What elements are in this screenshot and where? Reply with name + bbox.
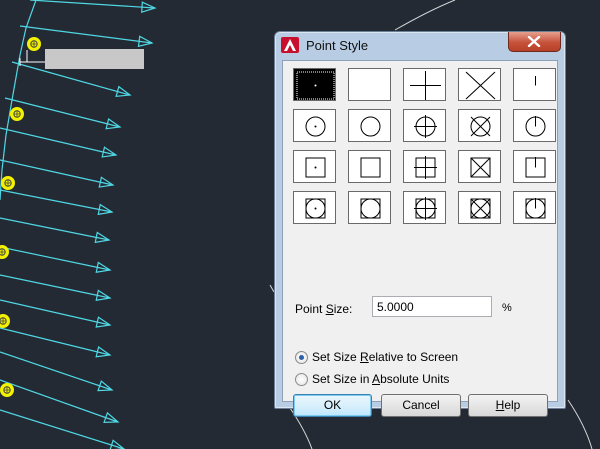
survey-point-marker — [0, 245, 9, 259]
point-size-label: Point Size: — [295, 302, 353, 316]
survey-point-marker — [0, 383, 14, 397]
point-style-circle-tick[interactable] — [513, 109, 556, 142]
ok-button[interactable]: OK — [293, 394, 372, 417]
dialog-title: Point Style — [306, 38, 369, 53]
survey-point-marker — [0, 314, 10, 328]
point-style-circle[interactable] — [348, 109, 391, 142]
point-style-square-circle-plus[interactable] — [403, 191, 446, 224]
title-bar[interactable]: Point Style — [275, 32, 565, 58]
point-style-plus[interactable] — [403, 68, 446, 101]
point-style-square-tick[interactable] — [513, 150, 556, 183]
cancel-button[interactable]: Cancel — [381, 394, 461, 417]
point-style-dot[interactable] — [293, 68, 336, 101]
point-style-square[interactable] — [348, 150, 391, 183]
point-style-tick[interactable] — [513, 68, 556, 101]
absolute-size-label[interactable]: Set Size in Absolute Units — [312, 372, 449, 386]
point-style-dialog: Point Style Point Size: 5.0000 % Set Siz… — [274, 31, 566, 417]
point-style-square-circle[interactable] — [348, 191, 391, 224]
autocad-a-icon — [281, 37, 299, 53]
point-style-circle-dot[interactable] — [293, 109, 336, 142]
survey-point-marker — [1, 176, 15, 190]
point-style-square-plus[interactable] — [403, 150, 446, 183]
percent-unit: % — [502, 302, 512, 314]
help-button[interactable]: Help — [468, 394, 548, 417]
point-style-square-dot[interactable] — [293, 150, 336, 183]
relative-size-radio[interactable] — [295, 351, 308, 364]
point-style-none[interactable] — [348, 68, 391, 101]
dialog-body: Point Size: 5.0000 % Set Size Relative t… — [282, 60, 558, 417]
survey-point-marker — [27, 37, 41, 51]
point-style-square-x[interactable] — [458, 150, 501, 183]
relative-size-label[interactable]: Set Size Relative to Screen — [312, 350, 458, 364]
point-style-circle-plus[interactable] — [403, 109, 446, 142]
close-button[interactable] — [508, 32, 561, 52]
point-style-circle-x[interactable] — [458, 109, 501, 142]
survey-point-marker — [10, 107, 24, 121]
point-style-square-circle-tick[interactable] — [513, 191, 556, 224]
point-size-input[interactable]: 5.0000 — [372, 296, 492, 317]
point-style-square-circle-dot[interactable] — [293, 191, 336, 224]
leader-label — [19, 49, 144, 69]
point-style-square-circle-x[interactable] — [458, 191, 501, 224]
close-x-icon — [527, 36, 541, 47]
point-style-x[interactable] — [458, 68, 501, 101]
absolute-size-radio[interactable] — [295, 373, 308, 386]
